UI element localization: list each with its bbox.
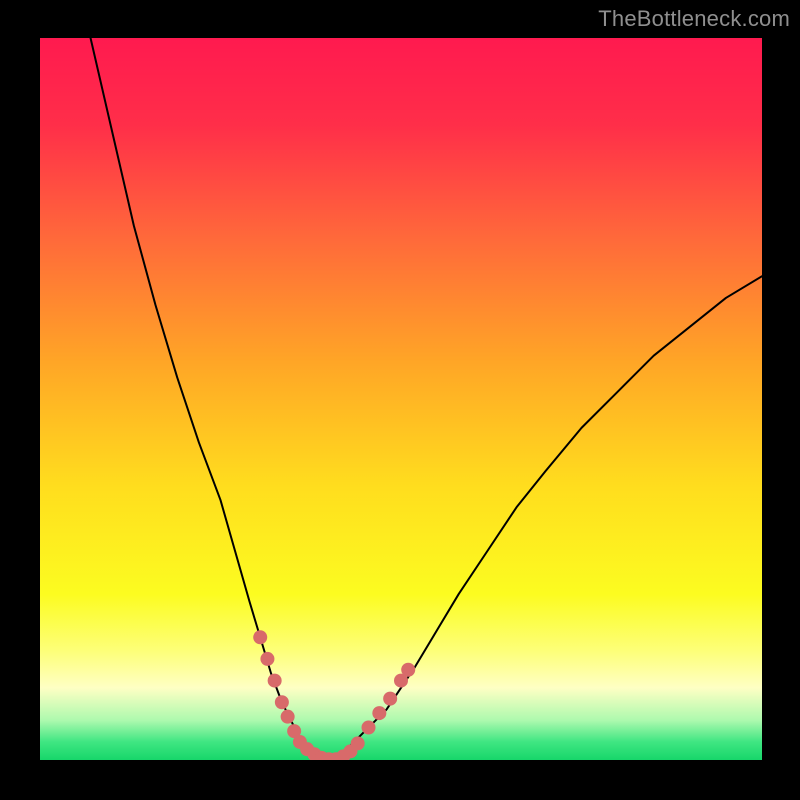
highlight-dot <box>372 706 386 720</box>
gradient-background <box>40 38 762 760</box>
watermark: TheBottleneck.com <box>598 6 790 32</box>
highlight-dot <box>351 736 365 750</box>
plot-area <box>40 38 762 760</box>
highlight-dot <box>275 695 289 709</box>
highlight-dot <box>362 721 376 735</box>
highlight-dot <box>401 663 415 677</box>
highlight-dot <box>383 692 397 706</box>
highlight-dot <box>281 710 295 724</box>
highlight-dot <box>260 652 274 666</box>
outer-frame: TheBottleneck.com <box>0 0 800 800</box>
highlight-dot <box>268 674 282 688</box>
chart-svg <box>40 38 762 760</box>
highlight-dot <box>253 630 267 644</box>
